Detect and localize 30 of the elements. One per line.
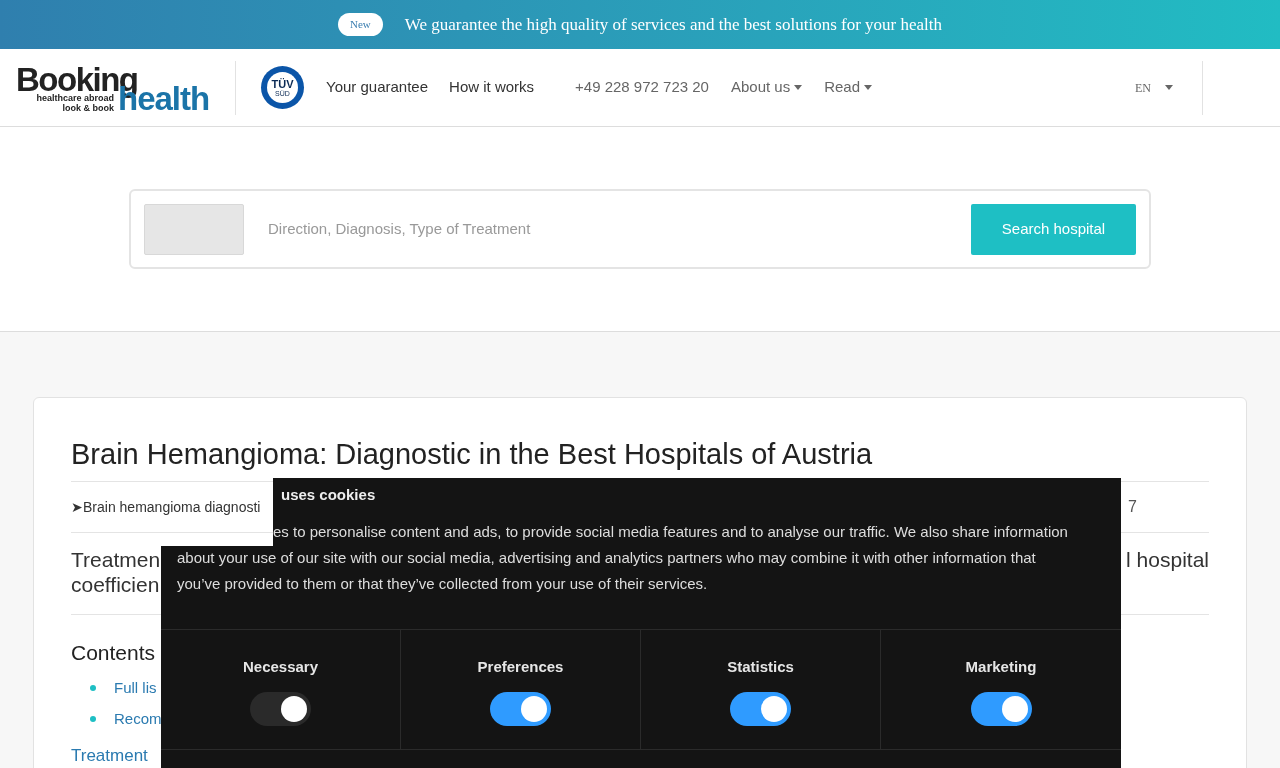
intro-text: coefficien xyxy=(71,572,161,597)
phone-link[interactable]: +49 228 972 723 20 xyxy=(575,76,709,99)
category-label: Preferences xyxy=(477,656,564,677)
language-selector[interactable]: EN xyxy=(1135,78,1173,97)
caret-icon xyxy=(864,85,873,90)
banner-text: We guarantee the high quality of services and the best solutions for your health xyxy=(404,13,943,36)
nav-link[interactable]: How it works xyxy=(449,76,535,99)
select-field[interactable] xyxy=(144,203,244,255)
contents-heading: Contents xyxy=(71,640,156,666)
cookie-text: es to personalise content and ads, to provide social media features and to analyse our traffic. We also share information about your use of our site with our social media, advertising and analytics partners who may combine it with other information that you’ve provided to them or that they’ve collected from your use of their services. xyxy=(177,521,1069,594)
category-label: Statistics xyxy=(727,656,794,677)
menu-link[interactable]: Read xyxy=(824,76,873,99)
cookie-title: uses cookies xyxy=(281,485,377,505)
caret-icon xyxy=(1165,85,1173,90)
search-field[interactable]: Direction, Diagnosis, Type of Treatment xyxy=(268,217,971,241)
intro-text: Treatmen xyxy=(71,547,161,572)
article-title: Brain Hemangioma: Diagnostic in the Best Hospitals of Austria xyxy=(71,437,874,472)
contents-link[interactable]: Full lis xyxy=(114,676,157,699)
bullet-icon xyxy=(90,684,96,691)
menu-link[interactable]: About us xyxy=(730,76,803,99)
bullet-icon xyxy=(90,716,96,723)
new-badge: New xyxy=(337,13,383,36)
intro-text: l hospital xyxy=(1126,547,1209,573)
category-label: Necessary xyxy=(242,656,319,677)
caret-icon xyxy=(794,85,803,90)
category-label: Marketing xyxy=(965,656,1037,677)
breadcrumb-text: ➤Brain hemangioma diagnosti xyxy=(71,497,261,517)
breadcrumb-text: 7 xyxy=(1128,497,1137,517)
contents-link[interactable]: Recom xyxy=(114,708,162,731)
nav-link[interactable]: Your guarantee xyxy=(326,76,429,99)
